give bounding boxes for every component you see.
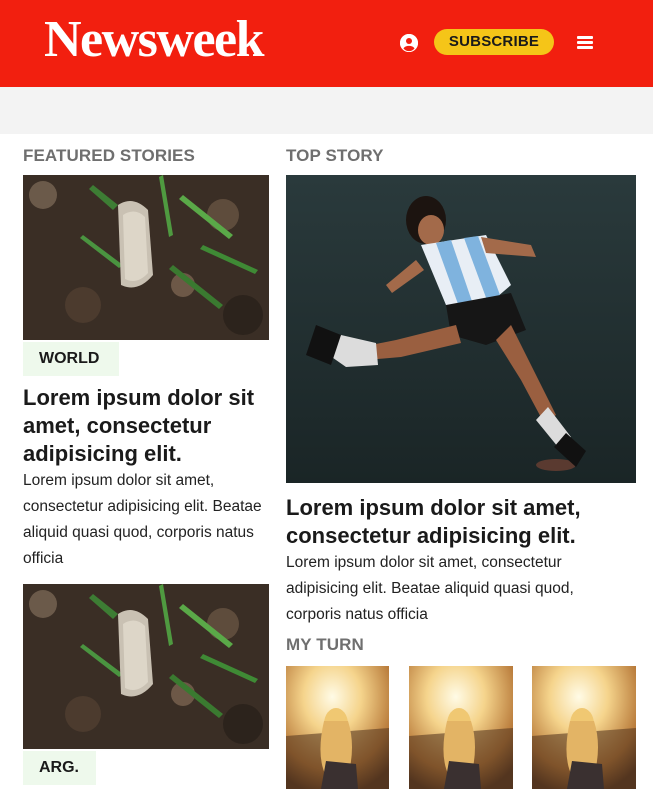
hamburger-menu-icon[interactable] xyxy=(577,36,593,50)
featured-story-title[interactable]: Lorem ipsum dolor sit amet, consectetur … xyxy=(23,384,273,468)
my-turn-heading: MY TURN xyxy=(286,635,364,654)
featured-story-image-2[interactable] xyxy=(23,584,269,749)
featured-story-summary: Lorem ipsum dolor sit amet, consectetur … xyxy=(23,472,262,567)
featured-stories-heading: FEATURED STORIES xyxy=(23,146,195,165)
newsweek-logo[interactable]: Newsweek xyxy=(44,10,265,70)
user-circle-icon[interactable] xyxy=(400,34,418,52)
top-story-title[interactable]: Lorem ipsum dolor sit amet, consectetur … xyxy=(286,494,631,550)
category-tag-arg[interactable]: ARG. xyxy=(23,751,96,785)
subscribe-button[interactable]: SUBSCRIBE xyxy=(434,29,554,55)
top-story-heading: TOP STORY xyxy=(286,146,384,165)
my-turn-image[interactable] xyxy=(286,666,389,789)
top-story-image[interactable] xyxy=(286,175,636,483)
category-tag-world[interactable]: WORLD xyxy=(23,342,119,376)
my-turn-image[interactable] xyxy=(409,666,513,789)
featured-story-image[interactable] xyxy=(23,175,269,340)
ad-band xyxy=(0,87,653,134)
top-story-summary: Lorem ipsum dolor sit amet, consectetur … xyxy=(286,554,574,623)
site-header: Newsweek SUBSCRIBE xyxy=(0,0,653,87)
my-turn-image[interactable] xyxy=(532,666,636,789)
